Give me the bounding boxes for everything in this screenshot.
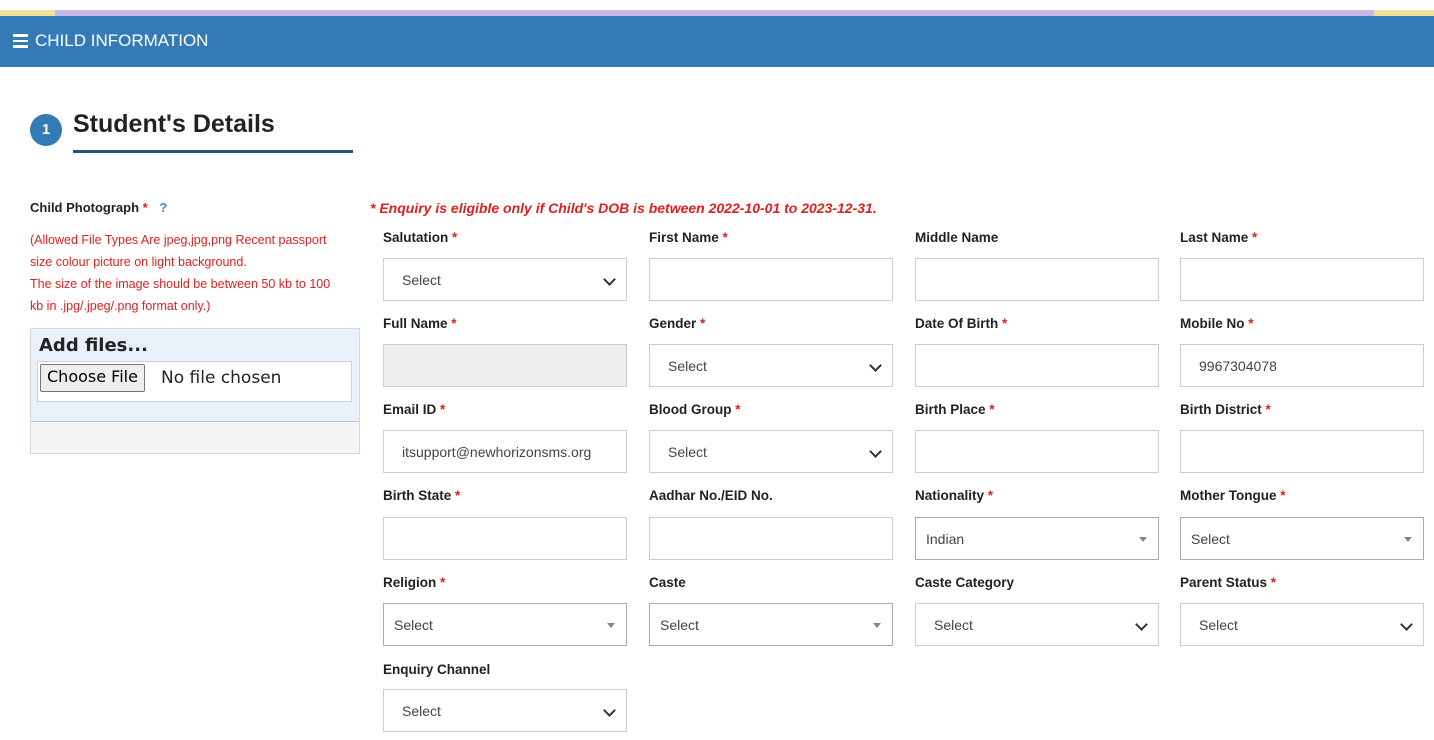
add-files-label: Add files... (39, 335, 148, 356)
nationality-label: Nationality * (915, 488, 994, 503)
caret-down-icon (873, 623, 881, 628)
middle-name-label: Middle Name (915, 230, 999, 245)
chevron-down-icon (869, 445, 882, 458)
required-marker: * (1280, 488, 1286, 503)
no-file-chosen-text: No file chosen (161, 368, 282, 388)
mother-tongue-label: Mother Tongue * (1180, 488, 1286, 503)
caste-category-select[interactable]: Select (915, 603, 1159, 646)
religion-label: Religion * (383, 575, 446, 590)
chevron-down-icon (603, 704, 616, 717)
required-marker: * (440, 402, 446, 417)
choose-file-button[interactable]: Choose File (40, 364, 145, 392)
last-name-input[interactable] (1180, 258, 1424, 301)
required-marker: * (989, 402, 995, 417)
help-icon[interactable]: ? (159, 200, 167, 215)
birth-place-input[interactable] (915, 430, 1159, 473)
religion-value: Select (394, 617, 433, 633)
mobile-value: 9967304078 (1199, 358, 1277, 374)
full-name-input (383, 344, 627, 387)
parent-status-select[interactable]: Select (1180, 603, 1424, 646)
dob-eligibility-notice: * Enquiry is eligible only if Child's DO… (370, 200, 877, 216)
gender-select[interactable]: Select (649, 344, 893, 387)
step-number-badge: 1 (30, 114, 62, 146)
caste-select[interactable]: Select (649, 603, 893, 646)
required-marker: * (142, 200, 148, 215)
photo-requirements-note: (Allowed File Types Are jpeg,jpg,png Rec… (30, 233, 331, 313)
caret-down-icon (1404, 537, 1412, 542)
chevron-down-icon (869, 359, 882, 372)
salutation-select[interactable]: Select (383, 258, 627, 301)
dob-label: Date Of Birth * (915, 316, 1008, 331)
hamburger-icon[interactable] (13, 34, 28, 48)
caste-category-value: Select (934, 617, 973, 633)
middle-name-input[interactable] (915, 258, 1159, 301)
birth-place-label: Birth Place * (915, 402, 995, 417)
first-name-label: First Name * (649, 230, 728, 245)
section-header[interactable]: CHILD INFORMATION (0, 16, 1434, 67)
header-title: CHILD INFORMATION (35, 31, 209, 50)
required-marker: * (700, 316, 706, 331)
birth-district-label: Birth District * (1180, 402, 1271, 417)
mobile-input[interactable]: 9967304078 (1180, 344, 1424, 387)
nationality-value: Indian (926, 531, 965, 547)
caret-down-icon (607, 623, 615, 628)
enquiry-channel-value: Select (402, 703, 441, 719)
required-marker: * (1248, 316, 1254, 331)
aadhar-input[interactable] (649, 517, 893, 560)
enquiry-channel-label: Enquiry Channel (383, 662, 491, 677)
child-photograph-label: Child Photograph * ? (30, 200, 168, 215)
email-label: Email ID * (383, 402, 446, 417)
caste-label: Caste (649, 575, 686, 590)
email-value: itsupport@newhorizonsms.org (402, 444, 592, 460)
mother-tongue-value: Select (1191, 531, 1230, 547)
blood-group-select[interactable]: Select (649, 430, 893, 473)
required-marker: * (455, 488, 461, 503)
file-input[interactable]: Choose File No file chosen (37, 361, 352, 402)
caret-down-icon (1139, 537, 1147, 542)
blood-group-label: Blood Group * (649, 402, 741, 417)
required-marker: * (1265, 402, 1271, 417)
caste-category-label: Caste Category (915, 575, 1015, 590)
religion-select[interactable]: Select (383, 603, 627, 646)
required-marker: * (735, 402, 741, 417)
photo-upload-panel: Add files... Choose File No file chosen (30, 328, 360, 454)
chevron-down-icon (603, 273, 616, 286)
nationality-select[interactable]: Indian (915, 517, 1159, 560)
blood-group-value: Select (668, 444, 707, 460)
birth-state-label: Birth State * (383, 488, 461, 503)
parent-status-label: Parent Status * (1180, 575, 1277, 590)
chevron-down-icon (1135, 618, 1148, 631)
required-marker: * (452, 230, 458, 245)
aadhar-label: Aadhar No./EID No. (649, 488, 773, 503)
enquiry-channel-select[interactable]: Select (383, 689, 627, 732)
section-title: Student's Details (73, 110, 275, 138)
required-marker: * (987, 488, 994, 503)
first-name-input[interactable] (649, 258, 893, 301)
section-title-underline (73, 150, 353, 153)
birth-state-input[interactable] (383, 517, 627, 560)
full-name-label: Full Name * (383, 316, 457, 331)
required-marker: * (440, 575, 446, 590)
caste-value: Select (660, 617, 699, 633)
email-input[interactable]: itsupport@newhorizonsms.org (383, 430, 627, 473)
required-marker: * (451, 316, 457, 331)
birth-district-input[interactable] (1180, 430, 1424, 473)
gender-value: Select (668, 358, 707, 374)
required-marker: * (1252, 230, 1258, 245)
required-marker: * (1002, 316, 1008, 331)
mother-tongue-select[interactable]: Select (1180, 517, 1424, 560)
required-marker: * (1270, 575, 1277, 590)
required-marker: * (722, 230, 728, 245)
parent-status-value: Select (1199, 617, 1238, 633)
dob-input[interactable] (915, 344, 1159, 387)
gender-label: Gender * (649, 316, 706, 331)
salutation-value: Select (402, 272, 441, 288)
chevron-down-icon (1400, 618, 1413, 631)
last-name-label: Last Name * (1180, 230, 1258, 245)
mobile-label: Mobile No * (1180, 316, 1254, 331)
salutation-label: Salutation * (383, 230, 458, 245)
